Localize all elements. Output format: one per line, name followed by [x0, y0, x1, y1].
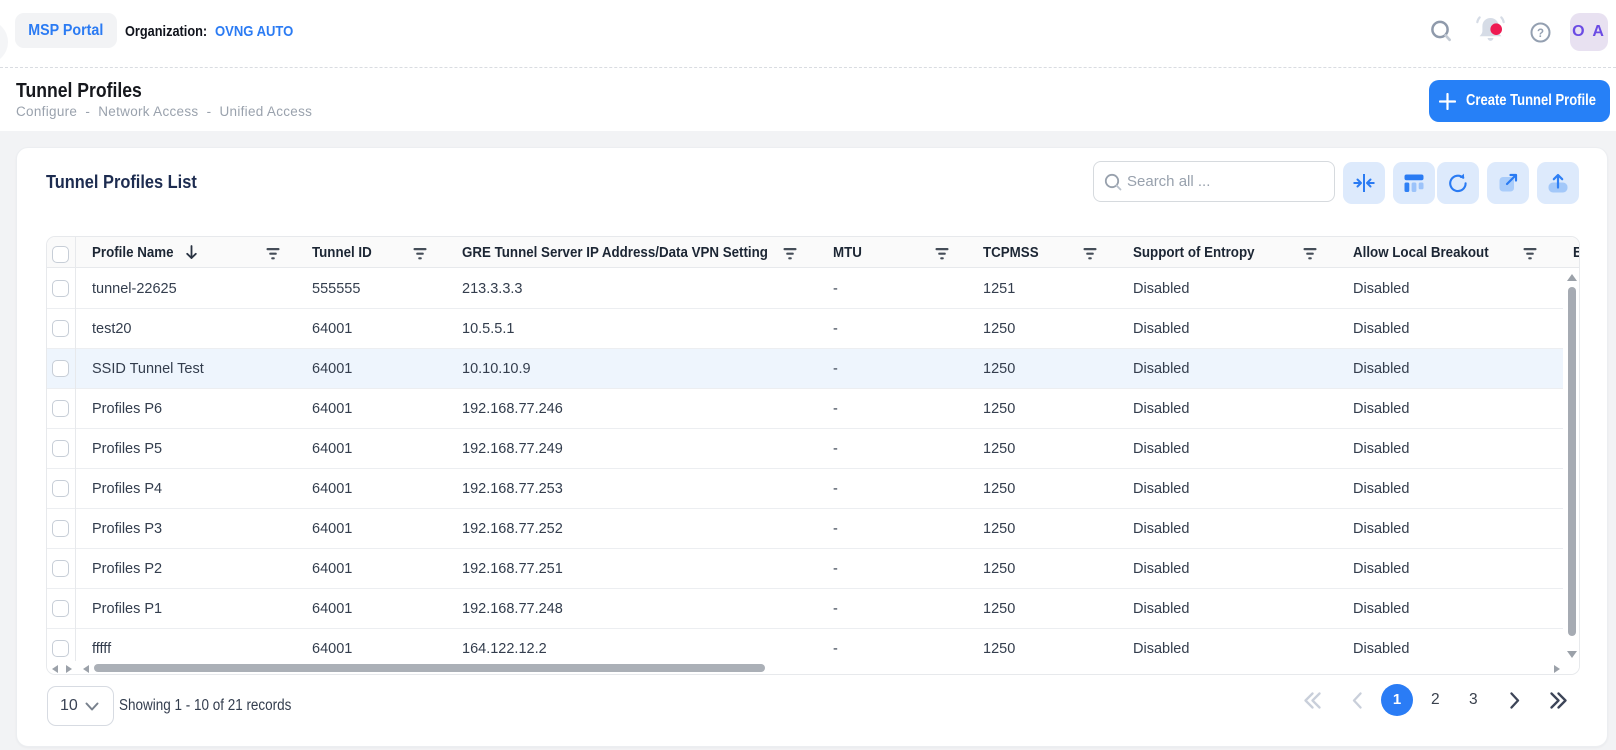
svg-text:?: ? — [1537, 28, 1544, 40]
